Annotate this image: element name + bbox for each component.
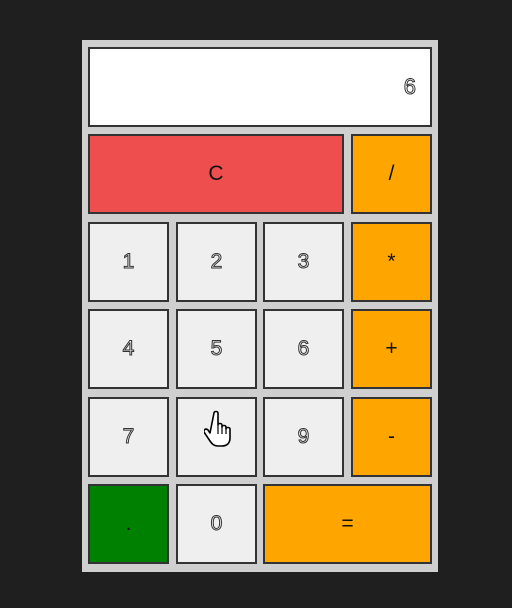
digit-5-label: 5 [210, 337, 223, 361]
minus-button[interactable]: - [351, 397, 432, 477]
plus-button[interactable]: + [351, 309, 432, 389]
clear-button-label: C [208, 162, 224, 185]
minus-button-label: - [388, 425, 395, 448]
digit-9-label: 9 [297, 425, 310, 449]
digit-6-label: 6 [297, 337, 310, 361]
digit-8-button[interactable]: 8 [176, 397, 257, 477]
digit-3-button[interactable]: 3 [263, 222, 344, 302]
divide-button-label: / [388, 162, 395, 185]
digit-9-button[interactable]: 9 [263, 397, 344, 477]
divide-button[interactable]: / [351, 134, 432, 214]
digit-2-label: 2 [210, 250, 223, 274]
clear-button[interactable]: C [88, 134, 344, 214]
digit-4-label: 4 [122, 337, 135, 361]
digit-8-label: 8 [210, 425, 223, 449]
calculator: 6 C / 1 2 3 * 4 5 6 + 7 8 9 - . 0 = [82, 40, 438, 572]
digit-6-button[interactable]: 6 [263, 309, 344, 389]
plus-button-label: + [385, 337, 398, 360]
digit-1-button[interactable]: 1 [88, 222, 169, 302]
multiply-button-label: * [387, 250, 396, 273]
decimal-button[interactable]: . [88, 484, 169, 564]
digit-3-label: 3 [297, 250, 310, 274]
decimal-button-label: . [125, 512, 132, 535]
equals-button-label: = [341, 512, 354, 535]
digit-5-button[interactable]: 5 [176, 309, 257, 389]
calculator-display: 6 [88, 47, 432, 127]
equals-button[interactable]: = [263, 484, 432, 564]
digit-7-button[interactable]: 7 [88, 397, 169, 477]
digit-0-label: 0 [210, 512, 223, 536]
multiply-button[interactable]: * [351, 222, 432, 302]
digit-1-label: 1 [122, 250, 135, 274]
display-value: 6 [403, 74, 416, 100]
digit-0-button[interactable]: 0 [176, 484, 257, 564]
digit-4-button[interactable]: 4 [88, 309, 169, 389]
digit-7-label: 7 [122, 425, 135, 449]
digit-2-button[interactable]: 2 [176, 222, 257, 302]
